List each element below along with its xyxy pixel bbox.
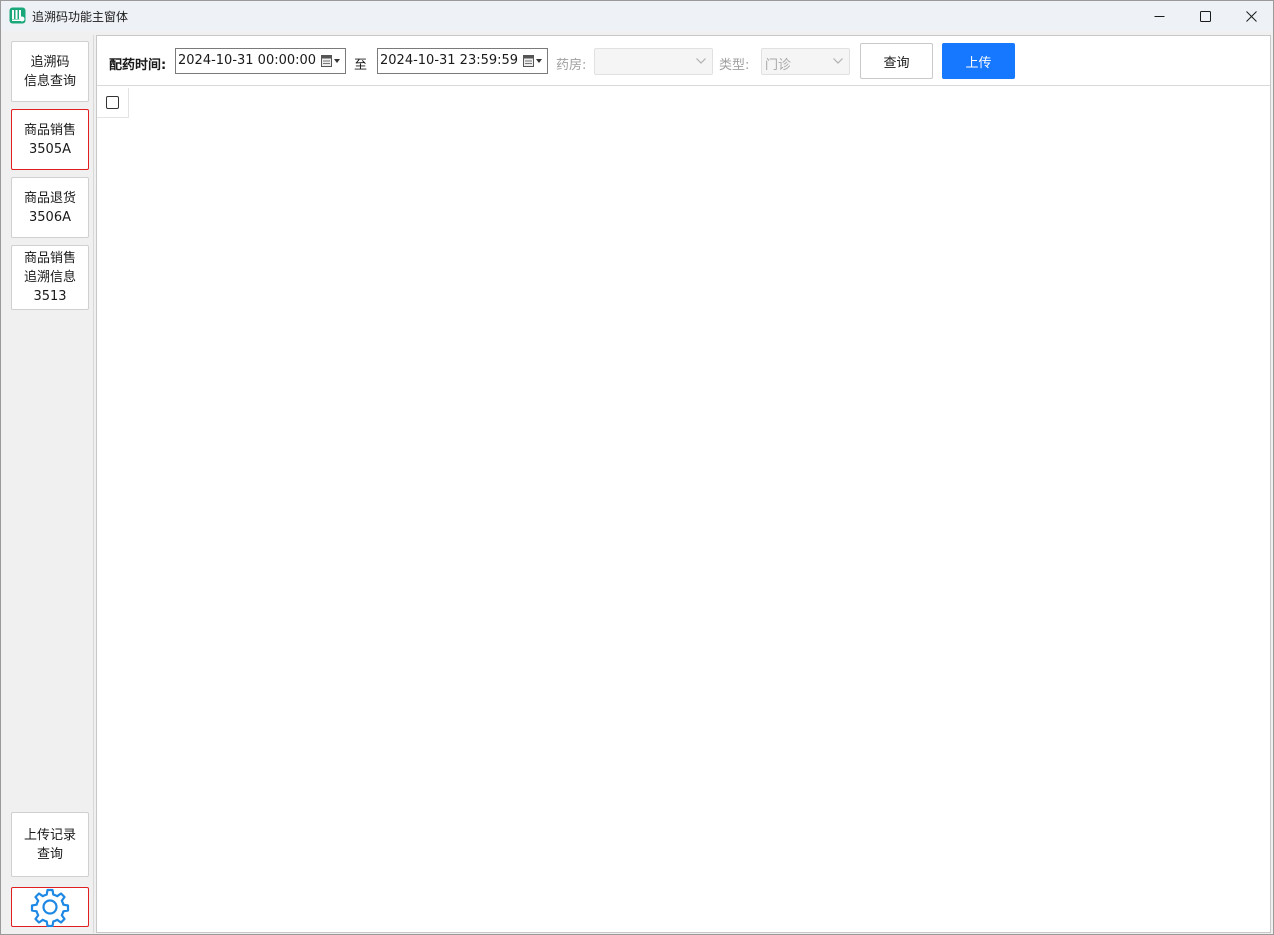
filter-toolbar: 配药时间: 2024-10-31 00:00:00 至 2024-10-31 2… bbox=[97, 36, 1270, 86]
chevron-down-icon bbox=[833, 58, 843, 64]
maximize-icon bbox=[1199, 10, 1211, 22]
query-button[interactable]: 查询 bbox=[860, 43, 933, 79]
start-time-picker[interactable]: 2024-10-31 00:00:00 bbox=[175, 48, 346, 74]
data-grid bbox=[97, 88, 1270, 932]
calendar-dropdown-icon[interactable] bbox=[321, 55, 341, 67]
end-time-picker[interactable]: 2024-10-31 23:59:59 bbox=[377, 48, 548, 74]
title-bar: 追溯码功能主窗体 bbox=[1, 1, 1273, 31]
calendar-dropdown-icon[interactable] bbox=[523, 55, 543, 67]
dispense-time-label: 配药时间: bbox=[109, 58, 167, 73]
sidebar-item-sales-trace-3513[interactable]: 商品销售 追溯信息 3513 bbox=[11, 245, 89, 310]
app-logo-icon bbox=[9, 7, 26, 24]
to-label: 至 bbox=[354, 58, 368, 73]
select-all-checkbox[interactable] bbox=[106, 96, 119, 109]
select-all-header-cell bbox=[97, 88, 129, 118]
close-button[interactable] bbox=[1228, 1, 1274, 31]
sidebar-item-upload-record-query[interactable]: 上传记录 查询 bbox=[11, 812, 89, 877]
sidebar-item-return-3506a[interactable]: 商品退货 3506A bbox=[11, 177, 89, 238]
upload-button[interactable]: 上传 bbox=[942, 43, 1015, 79]
pharmacy-select[interactable] bbox=[594, 48, 713, 75]
window-title: 追溯码功能主窗体 bbox=[32, 10, 129, 24]
type-select-value: 门诊 bbox=[765, 58, 792, 73]
pharmacy-label: 药房: bbox=[556, 58, 587, 73]
start-time-value: 2024-10-31 00:00:00 bbox=[178, 53, 317, 68]
close-icon bbox=[1245, 10, 1257, 22]
sidebar-item-sales-3505a[interactable]: 商品销售 3505A bbox=[11, 109, 89, 170]
main-content: 配药时间: 2024-10-31 00:00:00 至 2024-10-31 2… bbox=[96, 35, 1271, 933]
type-select[interactable]: 门诊 bbox=[761, 48, 850, 75]
settings-button[interactable] bbox=[11, 887, 89, 927]
chevron-down-icon bbox=[696, 58, 706, 64]
minimize-icon bbox=[1154, 15, 1164, 17]
minimize-button[interactable] bbox=[1136, 1, 1182, 31]
main-window: 追溯码功能主窗体 追溯码 信息查询 商品销售 3505A 商品退货 3506A … bbox=[0, 0, 1274, 935]
type-label: 类型: bbox=[719, 58, 750, 73]
maximize-button[interactable] bbox=[1182, 1, 1228, 31]
gear-icon bbox=[30, 888, 70, 927]
sidebar-item-trace-code-query[interactable]: 追溯码 信息查询 bbox=[11, 41, 89, 102]
sidebar: 追溯码 信息查询 商品销售 3505A 商品退货 3506A 商品销售 追溯信息… bbox=[5, 35, 94, 933]
end-time-value: 2024-10-31 23:59:59 bbox=[380, 53, 519, 68]
